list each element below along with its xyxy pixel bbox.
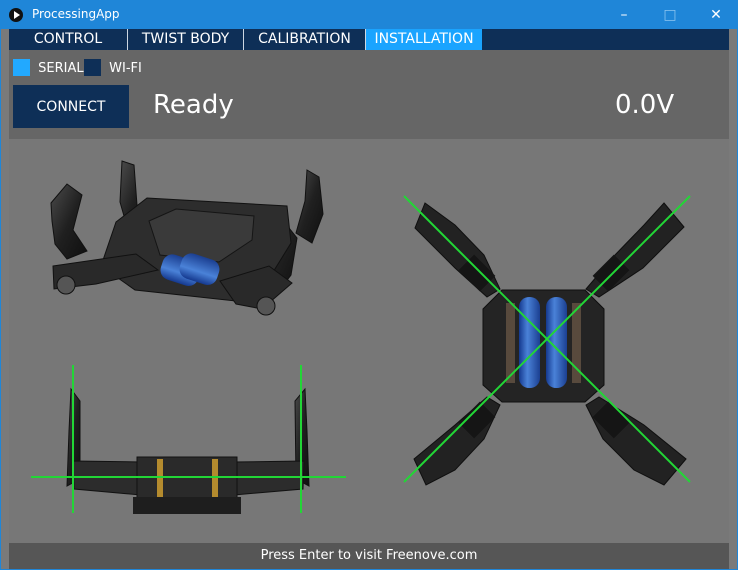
wifi-option[interactable]: WI-FI [84, 59, 142, 78]
robot-top-view [403, 195, 691, 486]
tab-control[interactable]: CONTROL [9, 29, 128, 50]
maximize-button[interactable]: □ [647, 1, 693, 29]
front-brass-standoff-right [212, 459, 218, 499]
front-lower-plate [133, 497, 241, 514]
tab-installation[interactable]: INSTALLATION [366, 29, 482, 50]
title-bar: ProcessingApp – □ ✕ [1, 1, 737, 29]
top-battery-left [519, 297, 540, 388]
serial-selected-indicator [13, 59, 30, 76]
processing-app-window: ProcessingApp – □ ✕ CONTROL TWIST BODY C… [0, 0, 738, 570]
serial-option[interactable]: SERIAL [13, 59, 84, 78]
perspective-left-front-leg [50, 183, 88, 260]
wifi-unselected-indicator [84, 59, 101, 76]
tab-calibration[interactable]: CALIBRATION [244, 29, 366, 50]
minimize-button[interactable]: – [601, 1, 647, 29]
connection-status: Ready [153, 90, 234, 120]
serial-option-label: SERIAL [38, 61, 84, 76]
main-tabs: CONTROL TWIST BODY CALIBRATION INSTALLAT… [9, 29, 729, 50]
perspective-joint-right [256, 296, 276, 316]
front-brass-standoff-left [157, 459, 163, 499]
close-button[interactable]: ✕ [693, 1, 737, 29]
connect-button[interactable]: CONNECT [13, 85, 129, 128]
installation-reference-area [9, 139, 729, 543]
robot-front-view [31, 365, 346, 514]
perspective-right-rear-leg [295, 169, 324, 244]
processing-app-icon [9, 8, 23, 22]
battery-voltage: 0.0V [615, 90, 675, 120]
robot-perspective-view [50, 160, 324, 316]
footer-hint: Press Enter to visit Freenove.com [9, 543, 729, 569]
connection-toolbar: SERIAL WI-FI CONNECT Ready 0.0V [9, 50, 729, 139]
perspective-joint-left [56, 275, 76, 295]
installation-reference-drawing [31, 160, 691, 514]
window-title: ProcessingApp [32, 7, 120, 21]
wifi-option-label: WI-FI [109, 61, 142, 76]
tab-twist-body[interactable]: TWIST BODY [128, 29, 244, 50]
